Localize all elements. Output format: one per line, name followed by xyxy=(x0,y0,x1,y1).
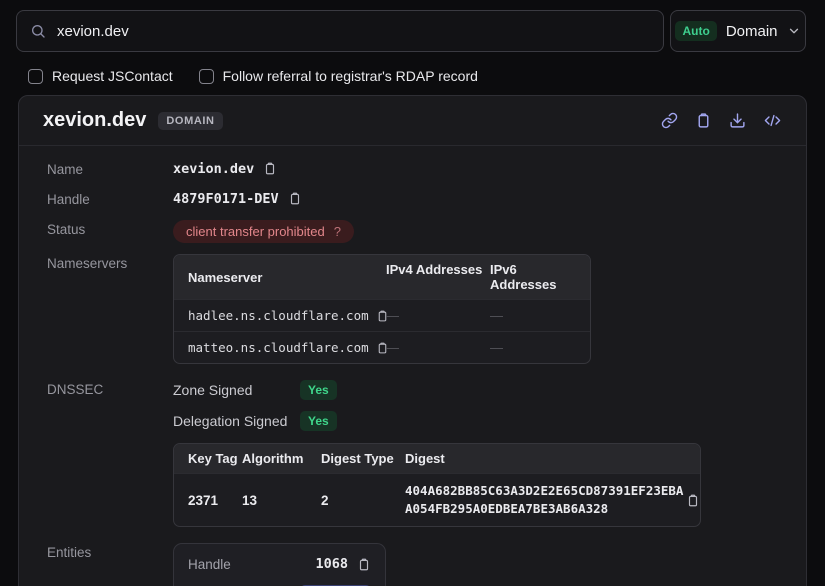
zone-signed-label: Zone Signed xyxy=(173,382,300,398)
search-bar: Auto Domain xyxy=(0,0,825,52)
domain-title: xevion.dev xyxy=(43,109,146,132)
key-tag-value: 2371 xyxy=(188,493,242,508)
auto-badge: Auto xyxy=(675,21,716,41)
col-digest-type: Digest Type xyxy=(321,451,405,466)
card-toolbar xyxy=(661,112,782,129)
ipv4-empty: — xyxy=(386,340,490,355)
field-name: Name xevion.dev xyxy=(47,160,782,177)
col-nameserver: Nameserver xyxy=(188,262,386,292)
col-algorithm: Algorithm xyxy=(242,451,321,466)
nameservers-table-header: Nameserver IPv4 Addresses IPv6 Addresses xyxy=(174,255,590,299)
handle-label: Handle xyxy=(47,190,173,207)
copy-json-icon[interactable] xyxy=(695,112,712,129)
ipv6-empty: — xyxy=(490,340,576,355)
search-options: Request JSContact Follow referral to reg… xyxy=(0,52,825,84)
copy-icon[interactable] xyxy=(263,161,277,176)
field-entities: Entities Handle 1068 Roles registrar xyxy=(47,543,782,586)
col-ipv6: IPv6 Addresses xyxy=(490,262,576,292)
view-source-icon[interactable] xyxy=(763,112,782,129)
copy-icon[interactable] xyxy=(288,191,302,206)
query-type-dropdown[interactable]: Auto Domain xyxy=(670,10,806,52)
delegation-signed-label: Delegation Signed xyxy=(173,413,300,429)
zone-signed-row: Zone Signed Yes xyxy=(173,380,701,400)
dnssec-content: Zone Signed Yes Delegation Signed Yes Ke… xyxy=(173,380,701,527)
entity-card: Handle 1068 Roles registrar xyxy=(173,543,386,586)
nameservers-table: Nameserver IPv4 Addresses IPv6 Addresses… xyxy=(173,254,591,364)
entity-handle-label: Handle xyxy=(188,557,231,572)
card-body: Name xevion.dev Handle 4879F0171-DEV Sta… xyxy=(19,146,806,586)
follow-referral-label: Follow referral to registrar's RDAP reco… xyxy=(223,68,478,84)
search-input[interactable] xyxy=(57,23,650,40)
zone-signed-badge: Yes xyxy=(300,380,337,400)
entity-handle-value: 1068 xyxy=(315,556,348,572)
object-type-badge: DOMAIN xyxy=(158,112,222,130)
jscontact-label: Request JSContact xyxy=(52,68,173,84)
dnssec-label: DNSSEC xyxy=(47,380,173,527)
ds-records-table: Key Tag Algorithm Digest Type Digest 237… xyxy=(173,443,701,527)
table-row: hadlee.ns.cloudflare.com — — xyxy=(174,299,590,331)
field-status: Status client transfer prohibited ? xyxy=(47,220,782,243)
delegation-signed-row: Delegation Signed Yes xyxy=(173,411,701,431)
status-value: client transfer prohibited xyxy=(186,224,325,239)
field-nameservers: Nameservers Nameserver IPv4 Addresses IP… xyxy=(47,254,782,364)
table-row: 2371 13 2 404A682BB85C63A3D2E2E65CD87391… xyxy=(174,473,700,526)
name-label: Name xyxy=(47,160,173,177)
option-follow-referral[interactable]: Follow referral to registrar's RDAP reco… xyxy=(199,68,478,84)
chevron-down-icon xyxy=(787,24,801,38)
ipv4-empty: — xyxy=(386,308,490,323)
col-digest: Digest xyxy=(405,451,686,466)
nameservers-label: Nameservers xyxy=(47,254,173,364)
field-handle: Handle 4879F0171-DEV xyxy=(47,190,782,207)
handle-value: 4879F0171-DEV xyxy=(173,191,279,207)
ds-table-header: Key Tag Algorithm Digest Type Digest xyxy=(174,444,700,473)
search-icon xyxy=(30,23,46,39)
entity-handle-row: Handle 1068 xyxy=(188,556,371,572)
table-row: matteo.ns.cloudflare.com — — xyxy=(174,331,590,363)
domain-result-card: xevion.dev DOMAIN Name xevion.dev xyxy=(18,95,807,586)
follow-referral-checkbox[interactable] xyxy=(199,69,214,84)
card-header: xevion.dev DOMAIN xyxy=(19,96,806,146)
status-label: Status xyxy=(47,220,173,243)
search-box[interactable] xyxy=(16,10,664,52)
nameserver-value: matteo.ns.cloudflare.com xyxy=(188,340,369,355)
status-badge: client transfer prohibited ? xyxy=(173,220,354,243)
col-key-tag: Key Tag xyxy=(188,451,242,466)
copy-icon[interactable] xyxy=(686,493,700,508)
permalink-icon[interactable] xyxy=(661,112,678,129)
name-value: xevion.dev xyxy=(173,161,254,177)
digest-type-value: 2 xyxy=(321,493,405,508)
option-request-jscontact[interactable]: Request JSContact xyxy=(28,68,173,84)
col-ipv4: IPv4 Addresses xyxy=(386,262,490,292)
ipv6-empty: — xyxy=(490,308,576,323)
status-help-icon[interactable]: ? xyxy=(334,224,341,239)
download-icon[interactable] xyxy=(729,112,746,129)
algorithm-value: 13 xyxy=(242,493,321,508)
nameserver-value: hadlee.ns.cloudflare.com xyxy=(188,308,369,323)
digest-value: 404A682BB85C63A3D2E2E65CD87391EF23EBAA05… xyxy=(405,482,686,518)
field-dnssec: DNSSEC Zone Signed Yes Delegation Signed… xyxy=(47,380,782,527)
jscontact-checkbox[interactable] xyxy=(28,69,43,84)
entities-label: Entities xyxy=(47,543,173,586)
delegation-signed-badge: Yes xyxy=(300,411,337,431)
copy-icon[interactable] xyxy=(357,557,371,572)
query-type-label: Domain xyxy=(726,23,778,40)
